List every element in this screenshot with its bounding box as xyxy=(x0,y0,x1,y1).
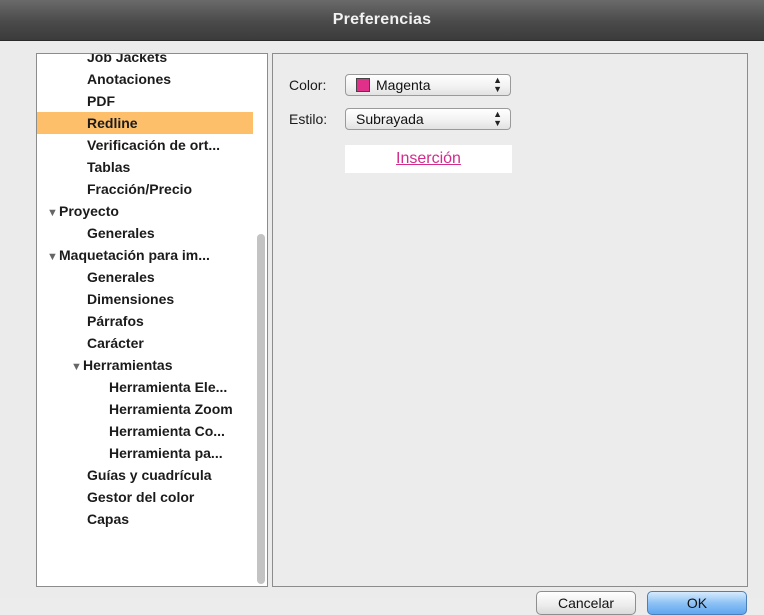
tree-item-label: Herramienta Ele... xyxy=(109,379,228,395)
tree-item-label: Párrafos xyxy=(87,313,144,329)
tree-item-label: Guías y cuadrícula xyxy=(87,467,212,483)
tree-item[interactable]: Verificación de ort... xyxy=(37,134,253,156)
tree-item-label: Herramienta pa... xyxy=(109,445,223,461)
tree-item-label: Fracción/Precio xyxy=(87,181,193,197)
tree-item[interactable]: Generales xyxy=(37,222,253,244)
tree-item-label: Redline xyxy=(87,115,138,131)
tree-item-label: Verificación de ort... xyxy=(87,137,221,153)
tree-item[interactable]: Fracción/Precio xyxy=(37,178,253,200)
tree-item-label: Carácter xyxy=(87,335,144,351)
tree-item-label: Job Jackets xyxy=(87,53,168,65)
tree-item-label: Generales xyxy=(87,269,155,285)
style-label: Estilo: xyxy=(289,111,328,127)
redline-settings-pane: Color: Magenta ▲ ▼ Estilo: Subrayada ▲ ▼ I… xyxy=(272,53,748,587)
preferences-tree[interactable]: Job Jackets Anotaciones PDF Redline Verifica… xyxy=(36,53,268,587)
popup-arrows-icon: ▲ ▼ xyxy=(493,75,502,94)
color-swatch xyxy=(356,78,370,92)
popup-arrows-icon: ▲ ▼ xyxy=(493,109,502,128)
ok-button[interactable]: OK xyxy=(647,591,747,615)
cancel-button-label: Cancelar xyxy=(557,595,615,611)
disclosure-triangle-icon[interactable]: ▼ xyxy=(47,246,59,266)
redline-preview: Inserción xyxy=(345,145,512,173)
tree-item-label: Proyecto xyxy=(59,203,119,219)
style-value: Subrayada xyxy=(356,111,424,127)
tree-item[interactable]: Generales xyxy=(37,266,253,288)
tree-item-label: Herramienta Co... xyxy=(109,423,225,439)
tree-item[interactable]: Redline xyxy=(37,112,253,134)
tree-item-label: Herramienta Zoom xyxy=(109,401,233,417)
tree-item[interactable]: Job Jackets xyxy=(37,53,253,68)
tree-item-label: PDF xyxy=(87,93,115,109)
tree-item-label: Anotaciones xyxy=(87,71,172,87)
tree-scrollbar[interactable] xyxy=(257,234,265,584)
tree-item[interactable]: Tablas xyxy=(37,156,253,178)
tree-item[interactable]: Herramienta Zoom xyxy=(37,398,253,420)
preferences-dialog: Job Jackets Anotaciones PDF Redline Verifica… xyxy=(0,41,764,615)
tree-item[interactable]: Gestor del color xyxy=(37,486,253,508)
tree-item[interactable]: Herramienta pa... xyxy=(37,442,253,464)
color-value: Magenta xyxy=(376,77,431,93)
cancel-button[interactable]: Cancelar xyxy=(536,591,636,615)
tree-item[interactable]: PDF xyxy=(37,90,253,112)
color-popup[interactable]: Magenta ▲ ▼ xyxy=(345,74,511,96)
tree-item[interactable]: Guías y cuadrícula xyxy=(37,464,253,486)
title-bar: Preferencias xyxy=(0,0,764,41)
tree-item[interactable]: Carácter xyxy=(37,332,253,354)
tree-item[interactable]: Anotaciones xyxy=(37,68,253,90)
tree-item[interactable]: Párrafos xyxy=(37,310,253,332)
tree-item[interactable]: Dimensiones xyxy=(37,288,253,310)
tree-item-label: Herramientas xyxy=(83,357,173,373)
tree-item[interactable]: Herramienta Ele... xyxy=(37,376,253,398)
tree-item-label: Tablas xyxy=(87,159,131,175)
tree-item-label: Capas xyxy=(87,511,130,527)
tree-item[interactable]: ▼Proyecto xyxy=(37,200,253,222)
tree-item-label: Gestor del color xyxy=(87,489,195,505)
preview-text: Inserción xyxy=(396,150,461,167)
color-label: Color: xyxy=(289,77,327,93)
tree-item[interactable]: Herramienta Co... xyxy=(37,420,253,442)
color-row: Color: Magenta ▲ ▼ xyxy=(289,74,511,96)
tree-item[interactable]: Capas xyxy=(37,508,253,530)
style-popup[interactable]: Subrayada ▲ ▼ xyxy=(345,108,511,130)
tree-list: Job Jackets Anotaciones PDF Redline Verifica… xyxy=(37,53,253,530)
disclosure-triangle-icon[interactable]: ▼ xyxy=(47,202,59,222)
tree-item-label: Dimensiones xyxy=(87,291,175,307)
style-row: Estilo: Subrayada ▲ ▼ xyxy=(289,108,511,130)
tree-item-label: Maquetación para im... xyxy=(59,247,210,263)
ok-button-label: OK xyxy=(686,595,708,611)
tree-item-label: Generales xyxy=(87,225,155,241)
tree-item[interactable]: ▼Maquetación para im... xyxy=(37,244,253,266)
tree-item[interactable]: ▼Herramientas xyxy=(37,354,253,376)
window-title: Preferencias xyxy=(332,11,432,28)
disclosure-triangle-icon[interactable]: ▼ xyxy=(71,356,83,376)
